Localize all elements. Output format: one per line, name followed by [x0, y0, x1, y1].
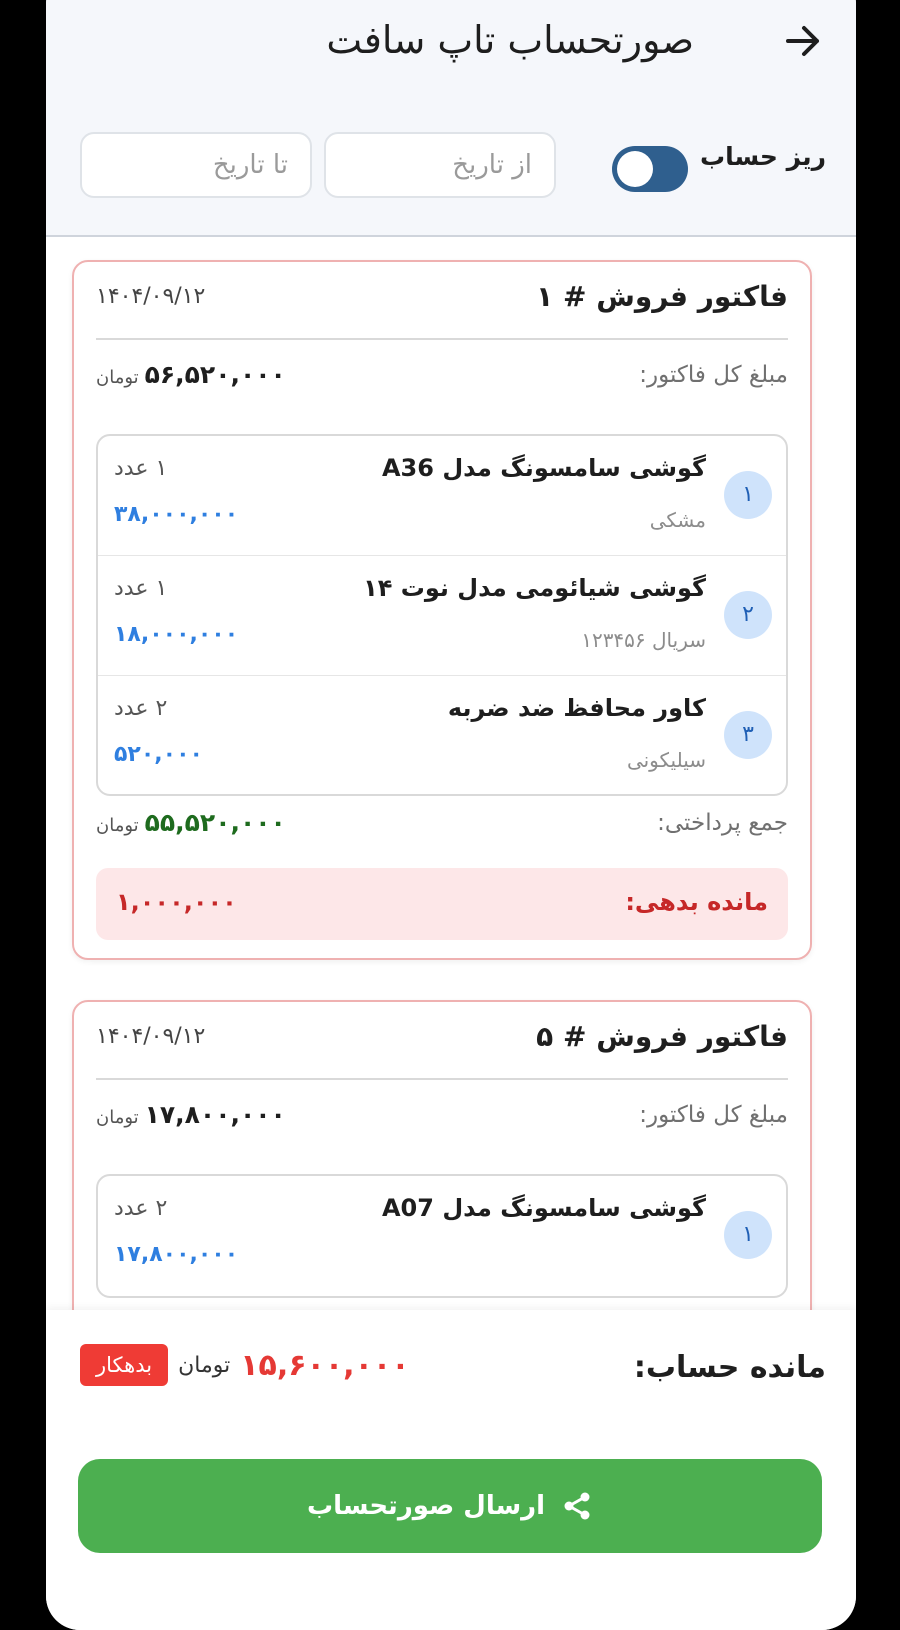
status-badge: بدهکار — [80, 1344, 169, 1386]
list-item[interactable]: ۳ کاور محافظ ضد ضربه سیلیکونی ۲ عدد ۵۲۰,… — [98, 676, 786, 794]
paid-total-value: ۵۵,۵۲۰,۰۰۰تومان — [96, 808, 286, 837]
invoice-items-list: ۱ گوشی سامسونگ مدل A36 مشکی ۱ عدد ۳۸,۰۰۰… — [96, 434, 788, 796]
invoice-total-amount: ۵۶,۵۲۰,۰۰۰ — [144, 360, 286, 389]
share-icon — [564, 1492, 590, 1520]
app-header: صورتحساب تاپ سافت ریز حساب — [46, 0, 856, 237]
item-index-badge: ۲ — [724, 591, 772, 639]
to-date-input[interactable] — [80, 132, 312, 198]
item-quantity: ۱ عدد — [114, 576, 168, 601]
list-item[interactable]: ۲ گوشی شیائومی مدل نوت ۱۴ سریال ۱۲۳۴۵۶ ۱… — [98, 556, 786, 676]
invoice-total-value: ۱۷,۸۰۰,۰۰۰تومان — [96, 1100, 286, 1129]
item-name: کاور محافظ ضد ضربه — [447, 694, 706, 722]
page-title: صورتحساب تاپ سافت — [326, 18, 694, 62]
paid-total-label: جمع پرداختی: — [657, 810, 788, 836]
debt-label: مانده بدهی: — [625, 888, 768, 916]
back-button[interactable] — [780, 18, 826, 64]
item-quantity: ۲ عدد — [114, 696, 168, 721]
invoice-date: ۱۴۰۴/۰۹/۱۲ — [96, 284, 206, 309]
currency-label: تومان — [96, 1107, 139, 1128]
list-item[interactable]: ۱ گوشی سامسونگ مدل A36 مشکی ۱ عدد ۳۸,۰۰۰… — [98, 436, 786, 556]
paid-total-amount: ۵۵,۵۲۰,۰۰۰ — [144, 808, 286, 837]
item-price: ۱۷,۸۰۰,۰۰۰ — [114, 1242, 239, 1267]
invoice-card: فاکتور فروش # ۱ ۱۴۰۴/۰۹/۱۲ مبلغ کل فاکتو… — [72, 260, 812, 960]
currency-label: تومان — [96, 815, 139, 836]
item-subtitle: سریال ۱۲۳۴۵۶ — [581, 628, 706, 652]
item-name: گوشی شیائومی مدل نوت ۱۴ — [363, 574, 706, 602]
invoice-date: ۱۴۰۴/۰۹/۱۲ — [96, 1024, 206, 1049]
invoice-title: فاکتور فروش # ۵ — [536, 1020, 788, 1053]
item-index-badge: ۱ — [724, 1211, 772, 1259]
item-subtitle: سیلیکونی — [626, 748, 706, 772]
balance-label: مانده حساب: — [633, 1350, 826, 1385]
detail-toggle[interactable] — [612, 146, 688, 192]
account-summary-panel: مانده حساب: ۱۵,۶۰۰,۰۰۰ تومان بدهکار ارسا… — [46, 1310, 856, 1630]
item-price: ۳۸,۰۰۰,۰۰۰ — [114, 502, 239, 527]
item-quantity: ۲ عدد — [114, 1196, 168, 1221]
invoice-total-label: مبلغ کل فاکتور: — [639, 1102, 788, 1128]
item-quantity: ۱ عدد — [114, 456, 168, 481]
currency-label: تومان — [96, 367, 139, 388]
toggle-knob — [617, 151, 653, 187]
send-button-label: ارسال صورتحساب — [306, 1491, 546, 1521]
item-price: ۱۸,۰۰۰,۰۰۰ — [114, 622, 239, 647]
item-subtitle: مشکی — [649, 508, 706, 532]
invoice-title: فاکتور فروش # ۱ — [536, 280, 788, 313]
invoice-items-list: ۱ گوشی سامسونگ مدل A07 ۲ عدد ۱۷,۸۰۰,۰۰۰ — [96, 1174, 788, 1298]
item-index-badge: ۱ — [724, 471, 772, 519]
balance-amount: ۱۵,۶۰۰,۰۰۰ — [240, 1347, 410, 1383]
currency-label: تومان — [178, 1352, 231, 1378]
invoice-total-value: ۵۶,۵۲۰,۰۰۰تومان — [96, 360, 286, 389]
item-name: گوشی سامسونگ مدل A07 — [381, 1194, 706, 1222]
list-item[interactable]: ۱ گوشی سامسونگ مدل A07 ۲ عدد ۱۷,۸۰۰,۰۰۰ — [98, 1176, 786, 1295]
item-price: ۵۲۰,۰۰۰ — [114, 742, 203, 767]
item-name: گوشی سامسونگ مدل A36 — [381, 454, 706, 482]
invoice-total-label: مبلغ کل فاکتور: — [639, 362, 788, 388]
divider — [96, 338, 788, 340]
item-index-badge: ۳ — [724, 711, 772, 759]
debt-box: مانده بدهی: ۱,۰۰۰,۰۰۰ — [96, 868, 788, 940]
send-statement-button[interactable]: ارسال صورتحساب — [78, 1459, 822, 1553]
debt-value: ۱,۰۰۰,۰۰۰ — [116, 888, 237, 916]
arrow-right-icon — [786, 26, 819, 56]
balance-value: ۱۵,۶۰۰,۰۰۰ تومان بدهکار — [80, 1344, 410, 1386]
phone-screen: صورتحساب تاپ سافت ریز حساب فاکتور فروش #… — [46, 0, 856, 1630]
from-date-input[interactable] — [324, 132, 556, 198]
detail-toggle-label: ریز حساب — [699, 142, 826, 171]
invoice-total-amount: ۱۷,۸۰۰,۰۰۰ — [144, 1100, 286, 1129]
divider — [96, 1078, 788, 1080]
